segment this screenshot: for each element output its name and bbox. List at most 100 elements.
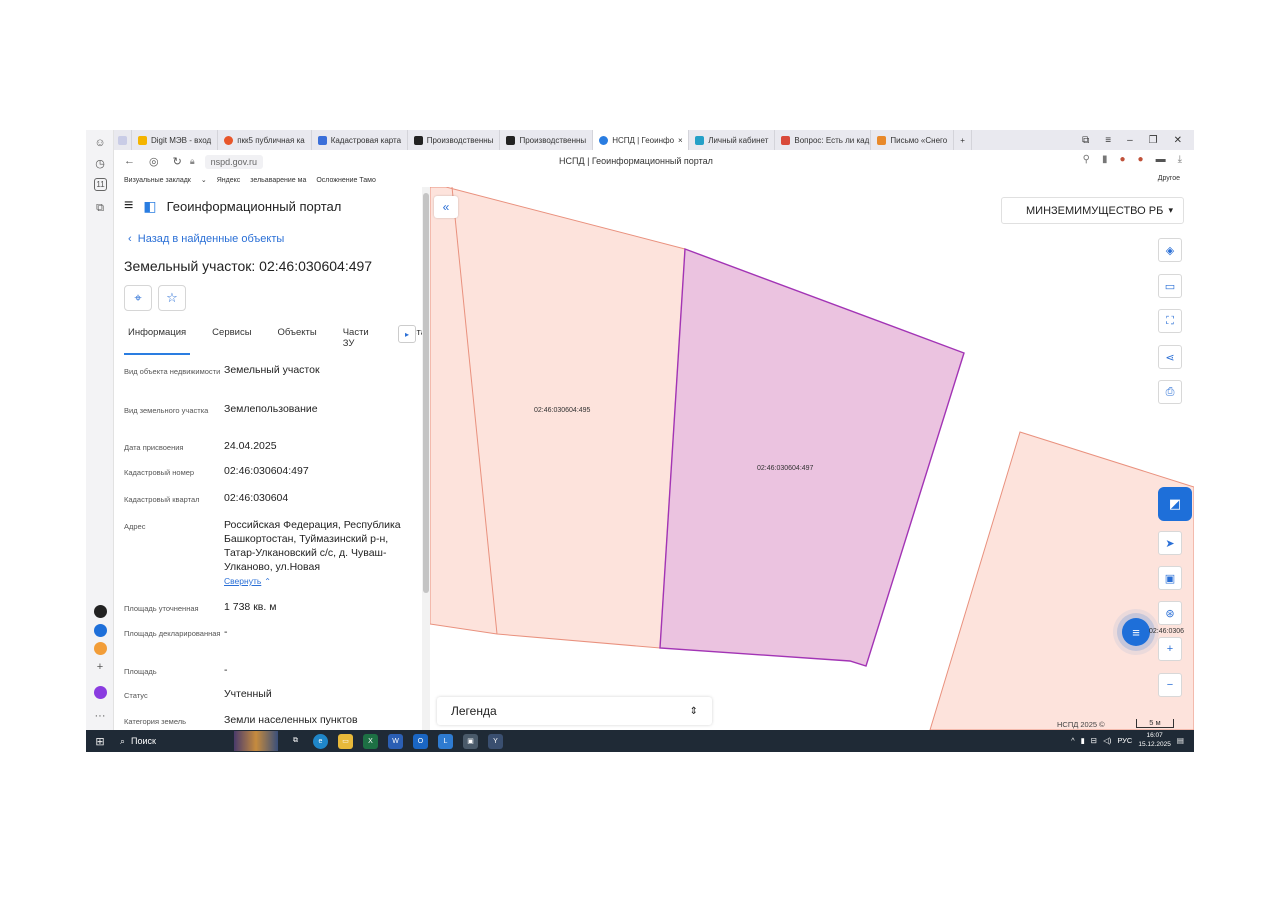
bookmark-item-1[interactable]: Яндекс xyxy=(217,177,241,184)
bookmark-item-2[interactable]: зельаварение ма xyxy=(250,177,306,184)
yandex-browser-icon[interactable]: Y xyxy=(488,733,503,749)
tab-parcel-parts[interactable]: Части ЗУ xyxy=(339,323,378,355)
tab-information[interactable]: Информация xyxy=(124,323,191,355)
bookmark-item-0[interactable]: Визуальные закладк xyxy=(124,177,191,184)
legend-panel[interactable]: Легенда ⇕ xyxy=(437,697,712,725)
taskbar-search[interactable]: ⌕ Поиск xyxy=(114,736,232,747)
tab-objects[interactable]: Объекты xyxy=(274,323,321,355)
location-pin-icon[interactable]: ⊛ xyxy=(1158,601,1182,625)
field-row: Категория земель Земли населенных пунктов xyxy=(124,714,358,726)
notifications-icon[interactable]: ▤ xyxy=(1177,736,1184,745)
extension-icon-3[interactable]: ▬ xyxy=(1156,154,1166,165)
ruler-icon[interactable]: ▭ xyxy=(1158,274,1182,298)
minimize-icon[interactable]: – xyxy=(1127,135,1133,146)
collapse-panel-icon[interactable]: « xyxy=(434,196,458,218)
restore-icon[interactable]: ❐ xyxy=(1149,135,1158,146)
excel-icon[interactable]: X xyxy=(363,733,378,749)
department-select[interactable]: МИНЗЕМИМУЩЕСТВО РБ ▾ xyxy=(1001,197,1184,224)
app-icon-blue[interactable] xyxy=(92,622,108,638)
tab-2[interactable]: Кадастровая карта xyxy=(312,130,408,150)
tab-7[interactable]: Вопрос: Есть ли кад xyxy=(775,130,872,150)
print-icon[interactable]: ⎙ xyxy=(1158,380,1182,404)
volume-icon[interactable]: ◁) xyxy=(1103,736,1111,745)
layers-icon[interactable]: ◈ xyxy=(1158,238,1182,262)
zoom-out-icon[interactable]: − xyxy=(1158,673,1182,697)
back-to-results-link[interactable]: ‹ Назад в найденные объекты xyxy=(128,233,284,245)
key-icon[interactable]: ⚲ xyxy=(1083,154,1090,165)
tab-6[interactable]: Личный кабинет xyxy=(689,130,776,150)
collapse-address-link[interactable]: Свернуть ⌃ xyxy=(224,574,414,589)
language-indicator[interactable]: РУС xyxy=(1117,736,1132,745)
tab-group-button[interactable] xyxy=(114,130,132,150)
tab-favicon xyxy=(877,135,887,145)
cadastral-map[interactable]: 02:46:030604:495 02:46:030604:497 xyxy=(430,187,1194,730)
extension-icon-2[interactable]: ● xyxy=(1138,154,1144,165)
tab-5-active[interactable]: НСПД | Геоинфо × xyxy=(593,130,690,150)
share-icon[interactable]: ⋖ xyxy=(1158,345,1182,369)
history-icon[interactable]: ◷ xyxy=(92,155,108,171)
plot-495[interactable] xyxy=(430,187,686,649)
tab-bar: Digit МЭВ - вход пкк5 публичная ка Кадас… xyxy=(114,130,1194,150)
screen-mode-icon[interactable]: ▣ xyxy=(1158,566,1182,590)
favorite-star-icon[interactable]: ☆ xyxy=(158,285,186,311)
url-field[interactable]: nspd.gov.ru xyxy=(204,154,263,169)
menu-icon[interactable]: ≡ xyxy=(1105,135,1111,146)
bookmark-icon[interactable]: ▮ xyxy=(1102,154,1108,165)
close-window-icon[interactable]: ✕ xyxy=(1174,135,1182,146)
tray-chevron-icon[interactable]: ^ xyxy=(1071,736,1075,745)
plot-497[interactable] xyxy=(659,248,965,667)
battery-icon[interactable]: ▮ xyxy=(1081,736,1085,745)
reload-icon[interactable]: ↻ xyxy=(173,155,182,168)
network-icon[interactable]: ⊟ xyxy=(1091,736,1097,745)
tabs-count-badge[interactable]: 11 xyxy=(94,178,107,191)
taskbar-clock[interactable]: 16:07 15.12.2025 xyxy=(1138,731,1171,749)
panel-scrollbar[interactable] xyxy=(422,187,430,730)
word-icon[interactable]: W xyxy=(388,733,403,749)
new-tab-button[interactable]: + xyxy=(954,130,972,150)
app-icon[interactable]: L xyxy=(438,733,453,749)
hamburger-menu-icon[interactable]: ≡ xyxy=(124,197,133,215)
protect-icon[interactable]: ◎ xyxy=(149,155,159,168)
chat-support-icon[interactable]: ≡ xyxy=(1122,618,1150,646)
close-tab-icon[interactable]: × xyxy=(678,136,683,145)
outlook-icon[interactable]: O xyxy=(413,733,428,749)
tab-1[interactable]: пкк5 публичная ка xyxy=(218,130,312,150)
widget-thumbnail[interactable] xyxy=(234,731,278,751)
back-arrow-icon[interactable]: ← xyxy=(124,155,135,168)
gallery-icon[interactable]: ⧉ xyxy=(92,200,108,216)
download-icon[interactable]: ⤓ xyxy=(1178,154,1182,165)
file-explorer-icon[interactable]: ▭ xyxy=(338,733,353,749)
geolocation-icon[interactable]: ➤ xyxy=(1158,531,1182,555)
tab-services[interactable]: Сервисы xyxy=(208,323,255,355)
add-icon[interactable]: + xyxy=(92,659,108,675)
app-icon-dark[interactable] xyxy=(92,603,108,619)
basemap-switch-icon[interactable]: ◩ xyxy=(1158,487,1192,521)
alice-assistant-icon[interactable] xyxy=(92,684,108,700)
zoom-in-icon[interactable]: + xyxy=(1158,637,1182,661)
scrollbar-thumb[interactable] xyxy=(423,193,429,593)
select-area-icon[interactable]: ⛶ xyxy=(1158,309,1182,333)
bookmark-item-3[interactable]: Осложнение Тамо xyxy=(316,177,376,184)
bookmarks-other[interactable]: Другое xyxy=(1158,175,1180,182)
edge-icon[interactable]: e xyxy=(313,733,328,749)
extension-icon-1[interactable]: ● xyxy=(1119,154,1125,165)
more-icon[interactable]: ··· xyxy=(92,708,108,724)
tab-3[interactable]: Производственны xyxy=(408,130,501,150)
alice-icon[interactable]: ☺ xyxy=(92,135,108,151)
tab-4[interactable]: Производственны xyxy=(500,130,594,150)
collections-icon[interactable]: ⧉ xyxy=(1082,135,1089,146)
windows-start-icon[interactable]: ⊞ xyxy=(86,735,114,748)
remote-desktop-icon[interactable]: ▣ xyxy=(463,733,478,749)
tabs-scroll-right-icon[interactable]: ▸ xyxy=(398,325,416,343)
info-tabs: Информация Сервисы Объекты Части ЗУ Сост… xyxy=(124,323,430,355)
tab-0[interactable]: Digit МЭВ - вход xyxy=(132,130,219,150)
field-row-address: Адрес Российская Федерация, Республика Б… xyxy=(124,518,414,589)
chevron-down-icon[interactable]: ⌄ xyxy=(201,176,207,184)
tab-favicon xyxy=(781,135,791,145)
plot-0306[interactable] xyxy=(929,431,1194,730)
app-icon-orange[interactable] xyxy=(92,640,108,656)
tab-8[interactable]: Письмо «Снего xyxy=(871,130,955,150)
locate-on-map-icon[interactable]: ⌖ xyxy=(124,285,152,311)
map-view[interactable]: 02:46:030604:495 02:46:030604:497 « МИНЗ… xyxy=(430,187,1194,730)
task-view-icon[interactable]: ⧉ xyxy=(288,734,303,749)
